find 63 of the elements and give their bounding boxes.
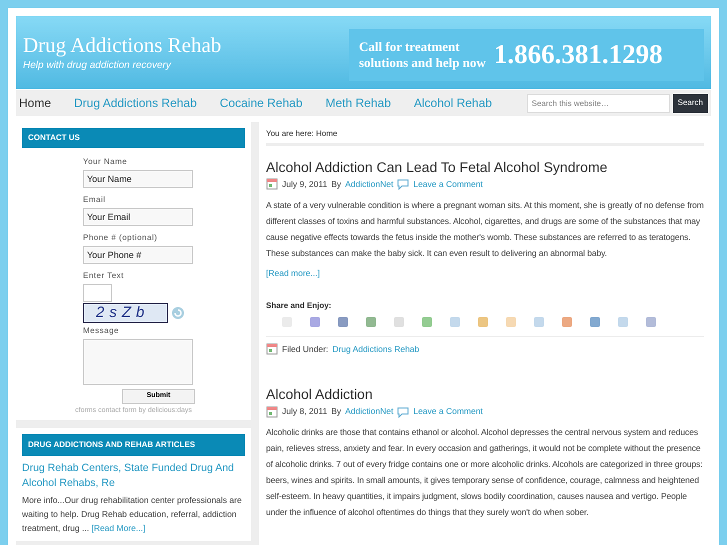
search-field[interactable]: Search this website… [526, 94, 670, 112]
widget-heading: DRUG ADDICTIONS AND REHAB ARTICLES [22, 434, 245, 456]
site-tagline: Help with drug addiction recovery [23, 59, 172, 73]
post-title[interactable]: Alcohol Addiction [266, 385, 704, 404]
field-label: Message [83, 325, 120, 337]
nav-link[interactable]: Drug Addictions Rehab [74, 94, 197, 112]
nav-link[interactable]: Home [19, 94, 52, 112]
speech-bubble-icon [397, 406, 410, 418]
share-icon [337, 316, 349, 328]
input-field[interactable]: Your Email [83, 208, 193, 226]
comment-link[interactable]: Leave a Comment [413, 405, 483, 418]
share-icon [561, 316, 573, 328]
author-link[interactable]: AddictionNet [345, 178, 394, 191]
post-body: Alcoholic drinks are those that contains ethanol or alcohol. Alcohol depresses the central nervous system and reduces pain, relieves stress, anxiety and fear. In every occasion and gatherings, it would not be complete without the presence of alcoholic drinks. 7 out of every fridge contains one or more alcoholic drinks. Alcohols are categorized in three groups: beers, wines and spirits. In small amounts, it gives temporary sense of confidence, courage, calmness and heightened self-esteem. In heavy quantities, it impairs judgment, slows bodily coordination, causes nausea and vertigo. People under the influence of alcohol oftentimes do things that they surely won't do when sober. [266, 426, 704, 519]
calendar-icon [266, 178, 278, 190]
share-icon [617, 316, 629, 328]
captcha-image: 2sZb [83, 303, 168, 323]
input-field[interactable]: Your Phone # [83, 246, 193, 264]
byline-text: By [331, 405, 342, 418]
search-button[interactable]: Search [672, 94, 708, 112]
read-more-link[interactable]: [Read More...] [91, 522, 146, 532]
share-icon [421, 316, 433, 328]
share-icon [589, 316, 601, 328]
category-link[interactable]: Drug Addictions Rehab [332, 342, 420, 356]
breadcrumb: You are here: Home [266, 125, 704, 146]
phone-number: 1.866.381.1298 [494, 38, 663, 72]
share-icon [449, 316, 461, 328]
author-link[interactable]: AddictionNet [345, 405, 394, 418]
share-heading: Share and Enjoy: [266, 300, 332, 312]
refresh-icon[interactable] [171, 306, 185, 320]
field-label: Email [83, 194, 107, 206]
field-label: Enter Text [83, 270, 125, 282]
read-more-link[interactable]: [Read more...] [266, 266, 704, 280]
share-icon [309, 316, 321, 328]
site-title[interactable]: Drug Addictions Rehab [23, 32, 222, 58]
share-icon [393, 316, 405, 328]
calendar-icon [266, 406, 278, 418]
message-field[interactable] [83, 339, 193, 385]
input-field[interactable]: Your Name [83, 170, 193, 188]
post-title[interactable]: Alcohol Addiction Can Lead To Fetal Alcohol Syndrome [266, 158, 704, 176]
article-excerpt: More info...Our drug rehabilitation center professionals are waiting to help. Drug Rehab education, referral, addiction treatment, drug ... [Read More...] [22, 494, 243, 534]
post-date: July 8, 2011 [282, 405, 328, 418]
callout-text: solutions and help now [359, 54, 486, 70]
share-icon [365, 316, 377, 328]
field-label: Phone # (optional) [83, 232, 158, 244]
nav-link[interactable]: Meth Rehab [326, 94, 391, 112]
callout-text: Call for treatment [359, 38, 461, 54]
share-icon [505, 316, 517, 328]
byline-text: By [331, 178, 342, 191]
post-body: A state of a very vulnerable condition is where a pregnant woman sits. At this moment, she is greatly of no defense from different classes of toxins and harmful substances. Alcohol, cigarettes, and drugs are some of the substances that may cause negative effects towards the fetus inside the mother's womb. These substances are referred to as teratogens. These substances can make the baby sick. It can even result to delivering an abnormal baby. [266, 198, 704, 260]
comment-link[interactable]: Leave a Comment [413, 178, 483, 191]
post-date: July 9, 2011 [282, 178, 328, 191]
share-icon [533, 316, 545, 328]
filed-under-label: Filed Under: [282, 342, 328, 356]
widget-heading: CONTACT US [22, 128, 245, 148]
share-icon [477, 316, 489, 328]
speech-bubble-icon [397, 178, 410, 190]
article-link[interactable]: Drug Rehab Centers, State Funded Drug And Alcohol Rehabs, Re [22, 460, 245, 490]
nav-link[interactable]: Alcohol Rehab [414, 94, 492, 112]
nav-link[interactable]: Cocaine Rehab [220, 94, 302, 112]
share-icon [645, 316, 657, 328]
captcha-input-field[interactable] [83, 284, 112, 302]
field-label: Your Name [83, 156, 128, 168]
